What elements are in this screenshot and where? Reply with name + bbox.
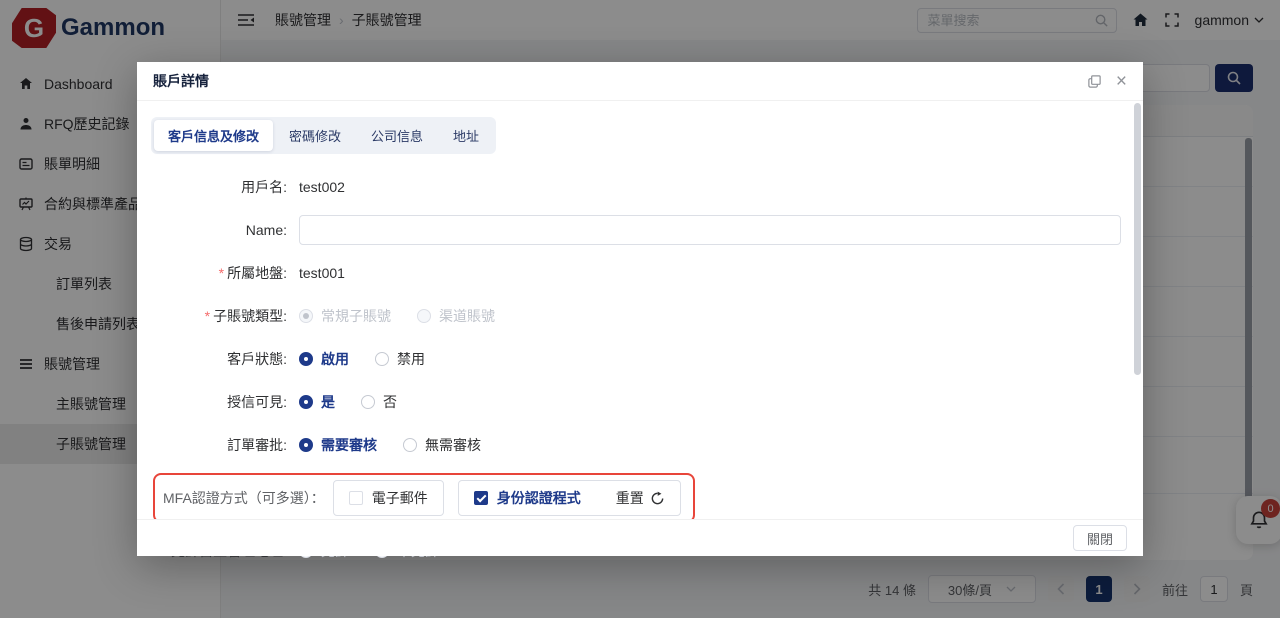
form-row-credit-visible: 授信可見: 是 否 bbox=[151, 387, 1127, 417]
username-value: test002 bbox=[299, 179, 345, 195]
form-row-mfa: MFA認證方式（可多選）： 電子郵件 身份認證程式 重置 bbox=[151, 473, 1127, 523]
mfa-checkbox-authenticator[interactable]: 身份認證程式 重置 bbox=[458, 480, 681, 516]
radio-approval-required[interactable]: 需要審核 bbox=[299, 435, 377, 455]
form-row-account-type: *子賬號類型: 常規子賬號 渠道賬號 bbox=[151, 301, 1127, 331]
radio-icon bbox=[299, 395, 313, 409]
account-type-radio-group: 常規子賬號 渠道賬號 bbox=[299, 306, 495, 326]
credit-visible-radio-group: 是 否 bbox=[299, 392, 397, 412]
radio-icon bbox=[299, 309, 313, 323]
dialog-tabs: 客戶信息及修改 密碼修改 公司信息 地址 bbox=[151, 117, 496, 154]
tab-address[interactable]: 地址 bbox=[439, 120, 493, 151]
name-label: Name: bbox=[151, 222, 299, 238]
form-row-order-approval: 訂單審批: 需要審核 無需審核 bbox=[151, 430, 1127, 460]
checkbox-icon bbox=[474, 491, 488, 505]
form-row-username: 用戶名: test002 bbox=[151, 172, 1127, 202]
maximize-icon[interactable] bbox=[1087, 74, 1102, 89]
mfa-reset-button[interactable]: 重置 bbox=[616, 488, 665, 508]
mfa-highlight-box: MFA認證方式（可多選）： 電子郵件 身份認證程式 重置 bbox=[153, 473, 695, 523]
name-input[interactable] bbox=[299, 215, 1121, 245]
form-row-status: 客戶狀態: 啟用 禁用 bbox=[151, 344, 1127, 374]
required-asterisk: * bbox=[219, 265, 224, 281]
tab-company-info[interactable]: 公司信息 bbox=[357, 120, 437, 151]
status-label: 客戶狀態: bbox=[151, 349, 299, 369]
credit-visible-label: 授信可見: bbox=[151, 392, 299, 412]
close-button[interactable]: 關閉 bbox=[1073, 525, 1127, 551]
dialog-scrollbar-thumb[interactable] bbox=[1134, 103, 1141, 375]
account-form: 用戶名: test002 Name: *所屬地盤: test001 *子賬號類型… bbox=[151, 172, 1127, 566]
mfa-checkbox-email[interactable]: 電子郵件 bbox=[333, 480, 444, 516]
status-radio-group: 啟用 禁用 bbox=[299, 349, 425, 369]
radio-icon bbox=[417, 309, 431, 323]
radio-icon bbox=[299, 352, 313, 366]
dialog-footer: 關閉 bbox=[137, 519, 1143, 556]
tab-password-change[interactable]: 密碼修改 bbox=[275, 120, 355, 151]
radio-icon bbox=[361, 395, 375, 409]
close-icon[interactable]: × bbox=[1116, 72, 1127, 91]
radio-no[interactable]: 否 bbox=[361, 392, 397, 412]
account-details-dialog: 賬戶詳情 × 客戶信息及修改 密碼修改 公司信息 地址 用戶名: test002… bbox=[137, 62, 1143, 556]
radio-regular-subaccount: 常規子賬號 bbox=[299, 306, 391, 326]
refresh-icon bbox=[650, 491, 665, 506]
radio-yes[interactable]: 是 bbox=[299, 392, 335, 412]
radio-channel-account: 渠道賬號 bbox=[417, 306, 495, 326]
order-approval-radio-group: 需要審核 無需審核 bbox=[299, 435, 481, 455]
site-label: *所屬地盤: bbox=[151, 263, 299, 283]
form-row-name: Name: bbox=[151, 215, 1127, 245]
radio-icon bbox=[403, 438, 417, 452]
radio-icon bbox=[299, 438, 313, 452]
dialog-title: 賬戶詳情 bbox=[153, 71, 209, 91]
account-type-label: *子賬號類型: bbox=[151, 306, 299, 326]
radio-icon bbox=[375, 352, 389, 366]
form-row-site: *所屬地盤: test001 bbox=[151, 258, 1127, 288]
dialog-header: 賬戶詳情 × bbox=[137, 62, 1143, 101]
radio-enabled[interactable]: 啟用 bbox=[299, 349, 349, 369]
order-approval-label: 訂單審批: bbox=[151, 435, 299, 455]
username-label: 用戶名: bbox=[151, 177, 299, 197]
site-value: test001 bbox=[299, 265, 345, 281]
required-asterisk: * bbox=[205, 308, 210, 324]
tab-customer-info[interactable]: 客戶信息及修改 bbox=[154, 120, 273, 151]
dialog-body: 客戶信息及修改 密碼修改 公司信息 地址 用戶名: test002 Name: … bbox=[137, 101, 1143, 566]
radio-approval-not-required[interactable]: 無需審核 bbox=[403, 435, 481, 455]
mfa-label: MFA認證方式（可多選）： bbox=[163, 488, 333, 508]
reset-label: 重置 bbox=[616, 488, 644, 508]
radio-disabled[interactable]: 禁用 bbox=[375, 349, 425, 369]
checkbox-icon bbox=[349, 491, 363, 505]
